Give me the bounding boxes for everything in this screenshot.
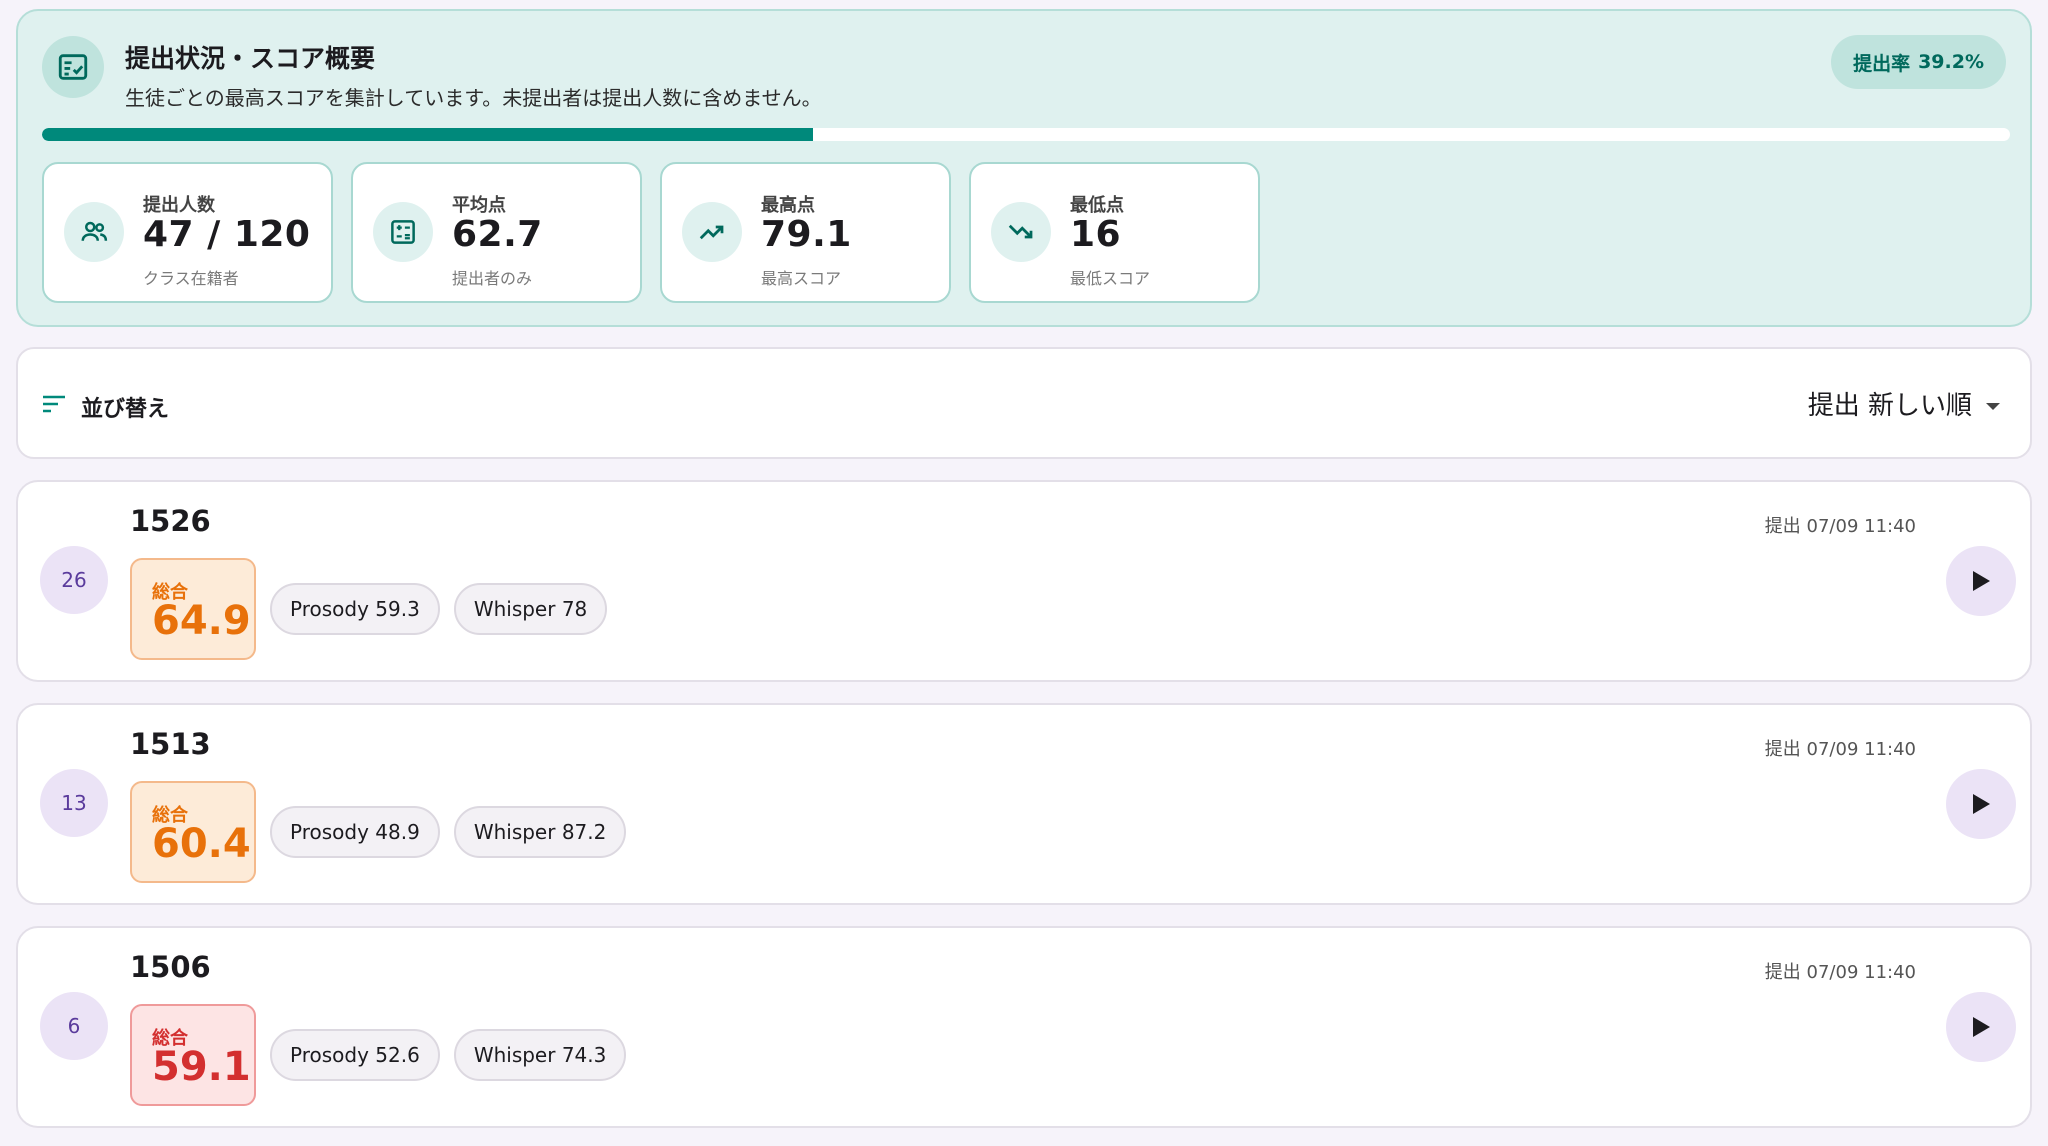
stat-card-max: 最高点 79.1 最高スコア [660,162,951,303]
submission-progress-bar [42,128,2010,141]
calculator-icon [373,202,433,262]
prosody-score-chip: Prosody 52.6 [270,1029,440,1081]
student-number-avatar: 13 [40,769,108,837]
play-icon [1973,794,1990,814]
rate-label: 提出率 [1853,52,1911,75]
rate-value: 39.2% [1918,51,1984,73]
score-chips: Prosody 48.9 Whisper 87.2 [270,806,627,858]
submission-card: 26 1526 提出 07/09 11:40 総合 64.9 Prosody 5… [16,480,2032,682]
submission-rate-badge: 提出率 39.2% [1831,35,2006,89]
sort-selected-value: 提出 新しい順 [1807,391,1972,421]
summary-subtitle: 生徒ごとの最高スコアを集計しています。未提出者は提出人数に含めません。 [125,86,822,110]
submission-time: 提出 07/09 11:40 [1764,516,1916,537]
submission-time: 提出 07/09 11:40 [1764,739,1916,760]
play-button[interactable] [1946,546,2016,616]
total-score-value: 64.9 [152,598,251,644]
prosody-score-chip: Prosody 59.3 [270,583,440,635]
total-score-value: 60.4 [152,821,251,867]
sort-bar: 並び替え 提出 新しい順 [16,347,2032,459]
summary-panel: 提出状況・スコア概要 生徒ごとの最高スコアを集計しています。未提出者は提出人数に… [16,9,2032,327]
prosody-score-chip: Prosody 48.9 [270,806,440,858]
trending-up-icon [682,202,742,262]
stat-value: 79.1 [761,214,852,255]
stat-card-submitted: 提出人数 47 / 120 クラス在籍者 [42,162,333,303]
total-score-value: 59.1 [152,1044,251,1090]
total-score-box: 総合 64.9 [130,558,256,660]
stat-card-average: 平均点 62.7 提出者のみ [351,162,642,303]
people-icon [64,202,124,262]
sort-label: 並び替え [81,397,170,422]
submission-card: 13 1513 提出 07/09 11:40 総合 60.4 Prosody 4… [16,703,2032,905]
sort-order-select[interactable]: 提出 新しい順 [1808,385,2002,422]
whisper-score-chip: Whisper 78 [453,583,608,635]
score-chips: Prosody 52.6 Whisper 74.3 [270,1029,627,1081]
stat-note: 最低スコア [1070,269,1151,288]
student-number-avatar: 26 [40,546,108,614]
whisper-score-chip: Whisper 87.2 [453,806,627,858]
stat-note: 提出者のみ [452,269,533,288]
stat-value: 47 / 120 [143,214,311,255]
stat-note: クラス在籍者 [143,269,239,288]
stat-note: 最高スコア [761,269,842,288]
play-button[interactable] [1946,992,2016,1062]
student-id: 1513 [130,727,211,761]
student-id: 1506 [130,950,211,984]
stat-value: 16 [1070,214,1122,255]
play-button[interactable] [1946,769,2016,839]
summary-title: 提出状況・スコア概要 [125,44,376,73]
play-icon [1973,571,1990,591]
submission-card: 6 1506 提出 07/09 11:40 総合 59.1 Prosody 52… [16,926,2032,1128]
score-chips: Prosody 59.3 Whisper 78 [270,583,608,635]
dropdown-arrow-icon [1984,389,2002,419]
submission-time: 提出 07/09 11:40 [1764,962,1916,983]
whisper-score-chip: Whisper 74.3 [453,1029,627,1081]
trending-down-icon [991,202,1051,262]
stat-value: 62.7 [452,214,543,255]
submission-progress-fill [42,128,814,141]
play-icon [1973,1017,1990,1037]
fact-check-icon [42,36,104,98]
stat-card-min: 最低点 16 最低スコア [969,162,1260,303]
student-id: 1526 [130,504,211,538]
total-score-box: 総合 59.1 [130,1004,256,1106]
student-number-avatar: 6 [40,992,108,1060]
sort-icon [42,394,66,418]
total-score-box: 総合 60.4 [130,781,256,883]
